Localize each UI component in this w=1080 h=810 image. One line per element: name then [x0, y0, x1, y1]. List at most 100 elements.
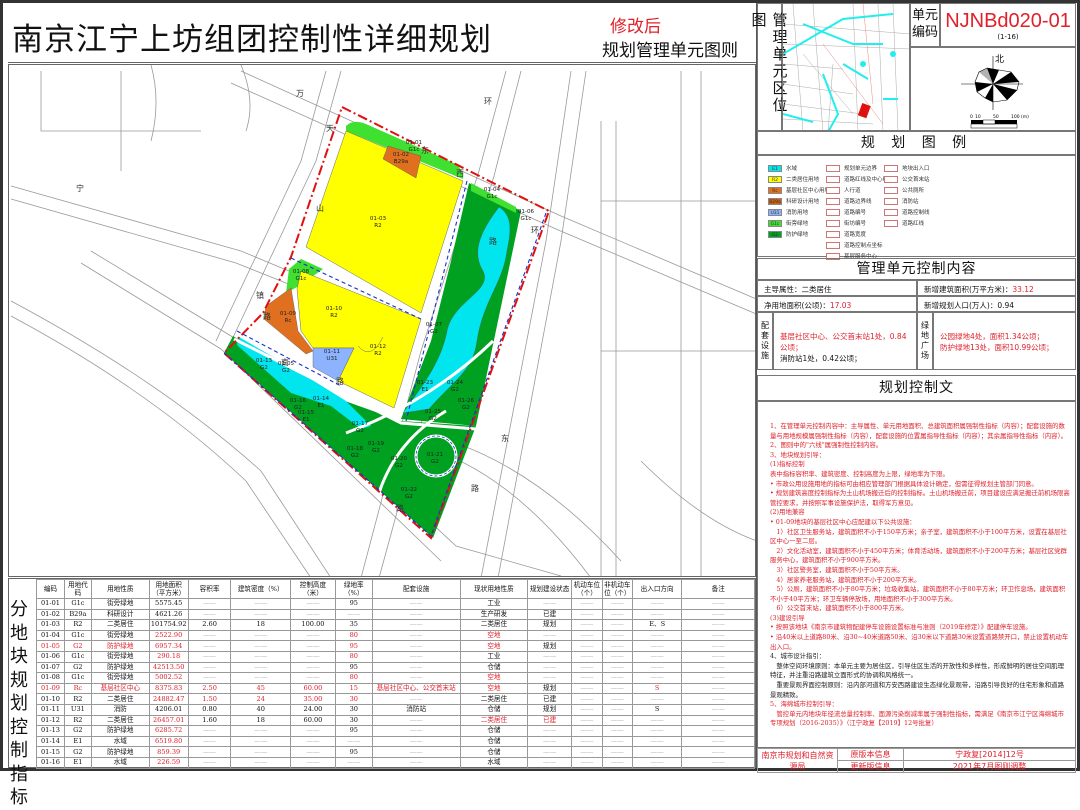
new-population: 新增规划人口(万人)：0.94	[917, 296, 1076, 312]
table-cell: 30	[334, 714, 373, 727]
table-cell: ——	[527, 735, 572, 748]
table-cell: 95	[334, 746, 373, 758]
legend-swatch	[826, 230, 840, 238]
parcel-label-use: G2	[462, 405, 470, 411]
legend-swatch	[826, 175, 840, 183]
table-cell: 01-09	[36, 682, 65, 695]
parcel-label-code: 01-22	[401, 487, 417, 493]
table-cell: ——	[290, 725, 336, 737]
table-cell: G1c	[63, 598, 92, 610]
table-cell: ——	[290, 598, 336, 610]
table-header-row: 编码 用地代码 用地性质 用地面积（平方米） 容积率 建筑密度（%） 控制高度（米） 绿地率（…	[36, 579, 755, 599]
table-cell: ——	[601, 703, 633, 716]
parcel-control-table: 编码 用地代码 用地性质 用地面积（平方米） 容积率 建筑密度（%） 控制高度（米） 绿地率（…	[36, 579, 755, 769]
table-cell: 仓储	[459, 661, 529, 674]
table-cell: ——	[631, 629, 683, 642]
table-cell: ——	[570, 714, 603, 727]
table-row: 01-10 R2 二类居住 24882.47 1.50 24 35.00 30 —— 二类居住 已建…	[36, 693, 755, 705]
table-cell: 01-13	[36, 725, 65, 737]
value: 33.12	[1012, 285, 1034, 294]
table-cell: ——	[601, 650, 633, 663]
table-cell: ——	[601, 682, 633, 695]
control-text-line: 2）文化活动室，建筑面积不小于450平方米；体育活动场，建筑面积不小于200平方…	[770, 546, 1067, 565]
table-cell: ——	[290, 672, 336, 684]
column-header: 用地性质	[90, 579, 150, 599]
table-cell: R2	[63, 693, 92, 705]
table-cell: 二类居住	[90, 693, 150, 705]
table-cell: ——	[570, 608, 603, 621]
table-cell: 0.80	[187, 703, 232, 716]
table-cell: ——	[527, 725, 572, 737]
legend-swatch: U31	[768, 208, 782, 216]
control-text-line: 3）社区警务室，建筑面积不小于50平方米。	[770, 565, 904, 574]
table-cell: 工业	[459, 650, 529, 663]
table-cell: ——	[570, 619, 603, 631]
legend-swatch	[826, 186, 840, 194]
table-cell: ——	[371, 608, 461, 621]
table-cell: ——	[187, 650, 232, 663]
road-label: 天	[326, 124, 334, 133]
table-cell: 80	[334, 672, 373, 684]
table-cell: ——	[681, 746, 755, 758]
control-text-line: 5）公厕，建筑面积不小于80平方米；垃圾收集站，建筑面积不小于80平方米；环卫作…	[770, 585, 1066, 603]
legend-swatch	[884, 208, 898, 216]
parcel-label-use: G2	[430, 329, 438, 335]
table-cell: 859.39	[148, 746, 189, 758]
table-cell: ——	[187, 598, 232, 610]
parcel-label-code: 01-09	[280, 311, 297, 317]
parcel-label-code: 01-15	[298, 410, 315, 416]
table-cell: 26457.01	[148, 714, 189, 727]
column-header: 配套设施	[371, 579, 461, 599]
legend-label: 地块出入口	[902, 166, 930, 172]
table-cell: 5575.45	[148, 598, 189, 610]
column-header: 控制高度（米）	[290, 579, 336, 599]
legend-swatch: Rc	[768, 186, 782, 194]
legend-swatch	[826, 241, 840, 249]
table-cell: ——	[371, 661, 461, 674]
table-cell: 01-04	[36, 629, 65, 642]
table-cell: ——	[681, 725, 755, 737]
control-text-line: • 沿40米以上道路80米、沿30~40米道路50米、沿30米以下道路30米设置…	[770, 633, 1069, 651]
control-text-line: 6）公交首末站，建筑面积不小于800平方米。	[770, 604, 908, 613]
road-label: 东	[421, 145, 429, 155]
table-cell: 防护绿地	[90, 725, 150, 737]
table-cell: ——	[570, 598, 603, 610]
value: 0.94	[997, 301, 1015, 310]
map-canvas: 01-01G1c01-02B29a01-03R201-04G1c01-06G1c…	[10, 65, 755, 576]
table-cell: ——	[570, 746, 603, 758]
table-cell: 消防站	[371, 703, 461, 716]
table-cell: 仓储	[459, 703, 529, 716]
land-use-map[interactable]: 01-01 G1c 01-02 B29a 01-03 R2 01-04 G1c 01-06 G1c…	[8, 64, 756, 577]
table-cell: 2.60	[187, 619, 232, 631]
column-header: 用地代码	[63, 579, 92, 599]
column-header: 容积率	[187, 579, 232, 599]
table-cell: 水域	[459, 756, 529, 769]
location-map	[782, 3, 910, 131]
table-cell: ——	[601, 640, 633, 652]
table-row: 01-06 G1c 街旁绿地 290.18 —— —— —— 80 —— 工业 —— —— —— —— ——	[36, 650, 755, 663]
table-cell: ——	[371, 598, 461, 610]
legend-swatch	[884, 175, 898, 183]
parcel-label-code: 01-19	[368, 441, 385, 447]
road-label: 镇	[256, 290, 264, 300]
table-cell: ——	[570, 672, 603, 684]
table-cell: ——	[681, 650, 755, 663]
table-cell: ——	[681, 608, 755, 621]
control-text-line: (1)指标控制	[770, 460, 805, 469]
table-cell: 规划	[527, 619, 572, 631]
legend-label: 科研设计用地	[786, 199, 820, 205]
table-cell: 40	[230, 703, 292, 716]
divider	[8, 62, 756, 63]
parcel-label-use: R2	[374, 223, 381, 229]
parcel-label-code: 01-13	[256, 358, 273, 364]
facilities-black: 消防站1处，0.42公顷；	[780, 354, 862, 363]
table-cell: 生产研发	[459, 608, 529, 621]
parcel-label-use: G2	[431, 459, 439, 465]
table-row: 01-09 Rc 基层社区中心 8375.83 2.50 45 60.00 15 基层社区中心、…	[36, 682, 755, 695]
table-cell: 规划	[527, 682, 572, 695]
table-cell: ——	[230, 756, 292, 769]
table-cell: R2	[63, 619, 92, 631]
table-cell: ——	[631, 714, 683, 727]
table-cell: 95	[334, 598, 373, 610]
table-cell: 95	[334, 640, 373, 652]
